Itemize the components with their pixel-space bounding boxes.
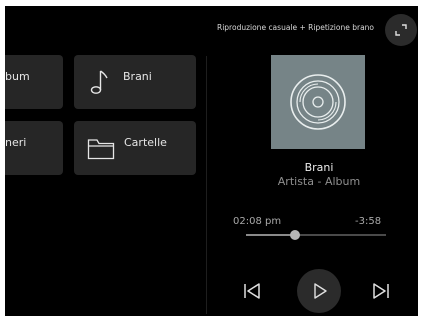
tile-albums-label: bum	[5, 70, 30, 83]
playback-mode-label: Riproduzione casuale + Ripetizione brano	[217, 23, 375, 32]
progress-fill	[246, 234, 295, 236]
tile-songs-label: Brani	[123, 70, 152, 83]
skip-previous-icon	[241, 283, 263, 306]
play-button[interactable]	[297, 269, 341, 313]
track-subtitle: Artista - Album	[277, 175, 361, 188]
next-button[interactable]	[370, 280, 392, 302]
music-player-screen: bum Brani neri Cartelle Riproduzione cas…	[5, 6, 418, 316]
tile-songs[interactable]: Brani	[74, 55, 196, 109]
progress-thumb[interactable]	[290, 230, 300, 240]
tile-folders-label: Cartelle	[124, 136, 167, 149]
elapsed-time: 02:08 pm	[233, 216, 282, 227]
tile-albums[interactable]: bum	[5, 55, 63, 109]
panel-divider	[206, 56, 207, 314]
tile-folders[interactable]: Cartelle	[74, 121, 196, 175]
play-icon	[311, 282, 329, 304]
tile-genres-label: neri	[5, 136, 27, 149]
folder-icon	[87, 138, 115, 163]
previous-button[interactable]	[241, 280, 263, 302]
album-art	[271, 55, 365, 149]
vinyl-record-icon	[288, 72, 348, 136]
expand-button[interactable]	[385, 14, 417, 46]
music-note-icon	[90, 69, 110, 98]
skip-next-icon	[370, 283, 392, 306]
tile-genres[interactable]: neri	[5, 121, 63, 175]
track-title: Brani	[304, 161, 334, 174]
remaining-time: -3:58	[355, 216, 382, 227]
progress-bar[interactable]	[246, 230, 386, 240]
expand-icon	[393, 22, 409, 42]
